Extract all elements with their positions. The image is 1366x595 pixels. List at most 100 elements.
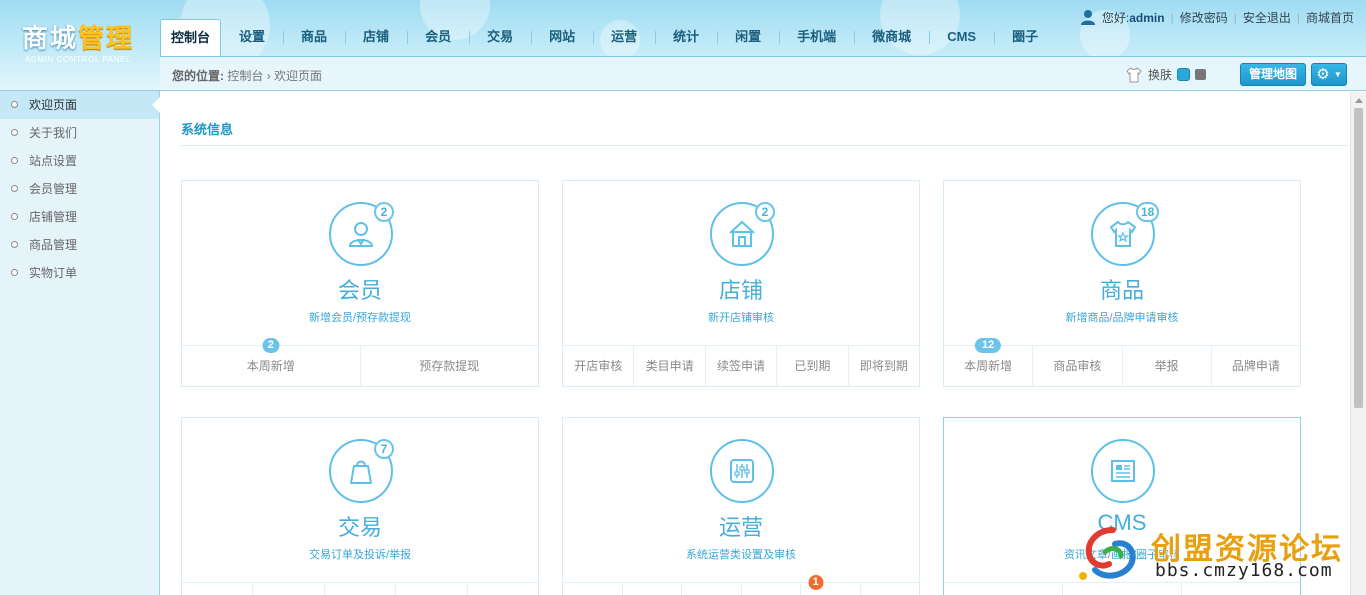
tab-goods[interactable]: 商品: [283, 19, 345, 56]
card-description: 新开店铺审核: [708, 312, 774, 324]
card-link[interactable]: [323, 583, 395, 595]
card-link[interactable]: [563, 583, 622, 595]
change-password-link[interactable]: 修改密码: [1180, 11, 1228, 25]
admin-map-button[interactable]: 管理地图: [1239, 63, 1306, 86]
link-label: 本周新增: [246, 359, 295, 373]
alert-count-badge: 1: [808, 575, 824, 590]
breadcrumb: 您的位置: 控制台 › 欢迎页面: [172, 67, 322, 84]
tab-stats[interactable]: 统计: [655, 19, 717, 56]
sidebar-item-members[interactable]: 会员管理: [0, 175, 159, 203]
sidebar-item-goods[interactable]: 商品管理: [0, 231, 159, 259]
skin-blue-swatch[interactable]: [1178, 69, 1189, 80]
tab-trade[interactable]: 交易: [469, 19, 531, 56]
sidebar: 欢迎页面 关于我们 站点设置 会员管理 店铺管理 商品管理 实物订单: [0, 91, 160, 595]
tab-console[interactable]: 控制台: [160, 19, 222, 56]
link-new-this-week[interactable]: 12 本周新增: [944, 338, 1032, 386]
link-store-review[interactable]: 开店审核: [563, 346, 633, 386]
scrollbar-thumb[interactable]: [1354, 108, 1363, 408]
card-link[interactable]: [944, 583, 1062, 595]
sub-bar: 您的位置: 控制台 › 欢迎页面 换肤 管理地图 ⚙ ▼: [160, 56, 1366, 90]
card-link[interactable]: [740, 583, 801, 595]
tab-mobile[interactable]: 手机端: [779, 19, 854, 56]
tab-cms[interactable]: CMS: [929, 19, 994, 56]
link-report[interactable]: 举报: [1121, 346, 1211, 386]
tab-website[interactable]: 网站: [531, 19, 593, 56]
section-title: 系统信息: [181, 122, 234, 137]
card-description: 新增商品/品牌申请审核: [1065, 312, 1179, 324]
sidebar-item-about[interactable]: 关于我们: [0, 119, 159, 147]
main-content: 系统信息 2 会员 新增会员/预存款提现 2 本周新增 预存款提现 2 店铺 新开…: [161, 92, 1350, 595]
watermark-url: bbs.cmzy168.com: [1155, 560, 1333, 581]
skin-label: 换肤: [1147, 68, 1172, 82]
tab-settings[interactable]: 设置: [221, 19, 283, 56]
username: admin: [1129, 11, 1165, 25]
card-stores: 2 店铺 新开店铺审核 开店审核 类目申请 续签申请 已到期 即将到期: [562, 180, 920, 387]
sidebar-item-label: 欢迎页面: [29, 98, 78, 112]
link-goods-review[interactable]: 商品审核: [1032, 346, 1121, 386]
skin-switcher: 换肤: [1126, 66, 1206, 83]
link-renew-apply[interactable]: 续签申请: [704, 346, 776, 386]
link-brand-apply[interactable]: 品牌申请: [1210, 346, 1300, 386]
document-icon: [1111, 460, 1135, 482]
sidebar-item-site-settings[interactable]: 站点设置: [0, 147, 159, 175]
card-badge: 2: [755, 202, 775, 222]
card-link[interactable]: [859, 583, 920, 595]
card-title[interactable]: 商品: [944, 273, 1300, 305]
card-links: 开店审核 类目申请 续签申请 已到期 即将到期: [563, 345, 919, 386]
card-links: 2 本周新增 预存款提现: [182, 338, 539, 386]
card-members: 2 会员 新增会员/预存款提现 2 本周新增 预存款提现: [181, 180, 539, 387]
logout-link[interactable]: 安全退出: [1243, 11, 1291, 25]
count-badge: 2: [262, 338, 280, 353]
tshirt-icon: [1126, 66, 1142, 82]
card-description: 交易订单及投诉/举报: [308, 549, 412, 561]
card-title[interactable]: 运营: [563, 510, 919, 542]
sidebar-item-stores[interactable]: 店铺管理: [0, 203, 159, 231]
card-description: 系统运营类设置及审核: [686, 549, 796, 561]
location-label: 您的位置:: [172, 69, 224, 83]
card-title[interactable]: 店铺: [563, 273, 919, 305]
link-expiring-soon[interactable]: 即将到期: [847, 346, 919, 386]
card-link[interactable]: [182, 583, 252, 595]
sidebar-item-label: 关于我们: [29, 126, 78, 140]
bullet-icon: [11, 185, 18, 192]
card-links: 12 本周新增 商品审核 举报 品牌申请: [944, 338, 1300, 386]
link-expired[interactable]: 已到期: [776, 346, 847, 386]
link-category-apply[interactable]: 类目申请: [633, 346, 704, 386]
link-deposit-withdraw[interactable]: 预存款提现: [359, 346, 539, 386]
card-link[interactable]: 1: [800, 575, 860, 595]
sidebar-item-orders[interactable]: 实物订单: [0, 259, 159, 287]
settings-menu-button[interactable]: ⚙ ▼: [1311, 63, 1347, 86]
gear-icon: ⚙: [1316, 66, 1330, 83]
bag-icon: [350, 460, 372, 484]
card-link[interactable]: [395, 583, 466, 595]
card-link[interactable]: [621, 583, 682, 595]
breadcrumb-root[interactable]: 控制台: [227, 69, 263, 83]
store-icon: [729, 220, 755, 247]
tab-circle[interactable]: 圈子: [994, 19, 1056, 56]
tab-stores[interactable]: 店铺: [345, 19, 407, 56]
logo[interactable]: 商城管理 ADMIN CONTROL PANEL: [0, 0, 160, 90]
card-link[interactable]: [681, 583, 741, 595]
user-icon: [348, 222, 374, 247]
card-link[interactable]: [466, 583, 538, 595]
tab-wechat-mall[interactable]: 微商城: [854, 19, 929, 56]
card-icon-circle[interactable]: [710, 439, 774, 503]
card-title[interactable]: 交易: [182, 510, 538, 542]
skin-gray-swatch[interactable]: [1195, 69, 1206, 80]
card-link[interactable]: [252, 583, 323, 595]
header: 商城管理 ADMIN CONTROL PANEL 您好:admin | 修改密码 | 安…: [0, 0, 1366, 91]
mall-home-link[interactable]: 商城首页: [1306, 11, 1354, 25]
card-badge: 7: [374, 439, 394, 459]
tab-members[interactable]: 会员: [407, 19, 469, 56]
sidebar-item-welcome[interactable]: 欢迎页面: [0, 91, 160, 119]
tab-idle[interactable]: 闲置: [717, 19, 779, 56]
tab-operations[interactable]: 运营: [593, 19, 655, 56]
tshirt-icon: [1109, 220, 1137, 247]
card-badge: 18: [1136, 202, 1160, 222]
bullet-icon: [11, 241, 18, 248]
link-new-this-week[interactable]: 2 本周新增: [182, 338, 360, 386]
vertical-scrollbar[interactable]: [1350, 92, 1366, 595]
card-title[interactable]: 会员: [182, 273, 538, 305]
card-icon-circle[interactable]: [1091, 439, 1155, 503]
scroll-up-arrow-icon[interactable]: [1355, 98, 1363, 103]
